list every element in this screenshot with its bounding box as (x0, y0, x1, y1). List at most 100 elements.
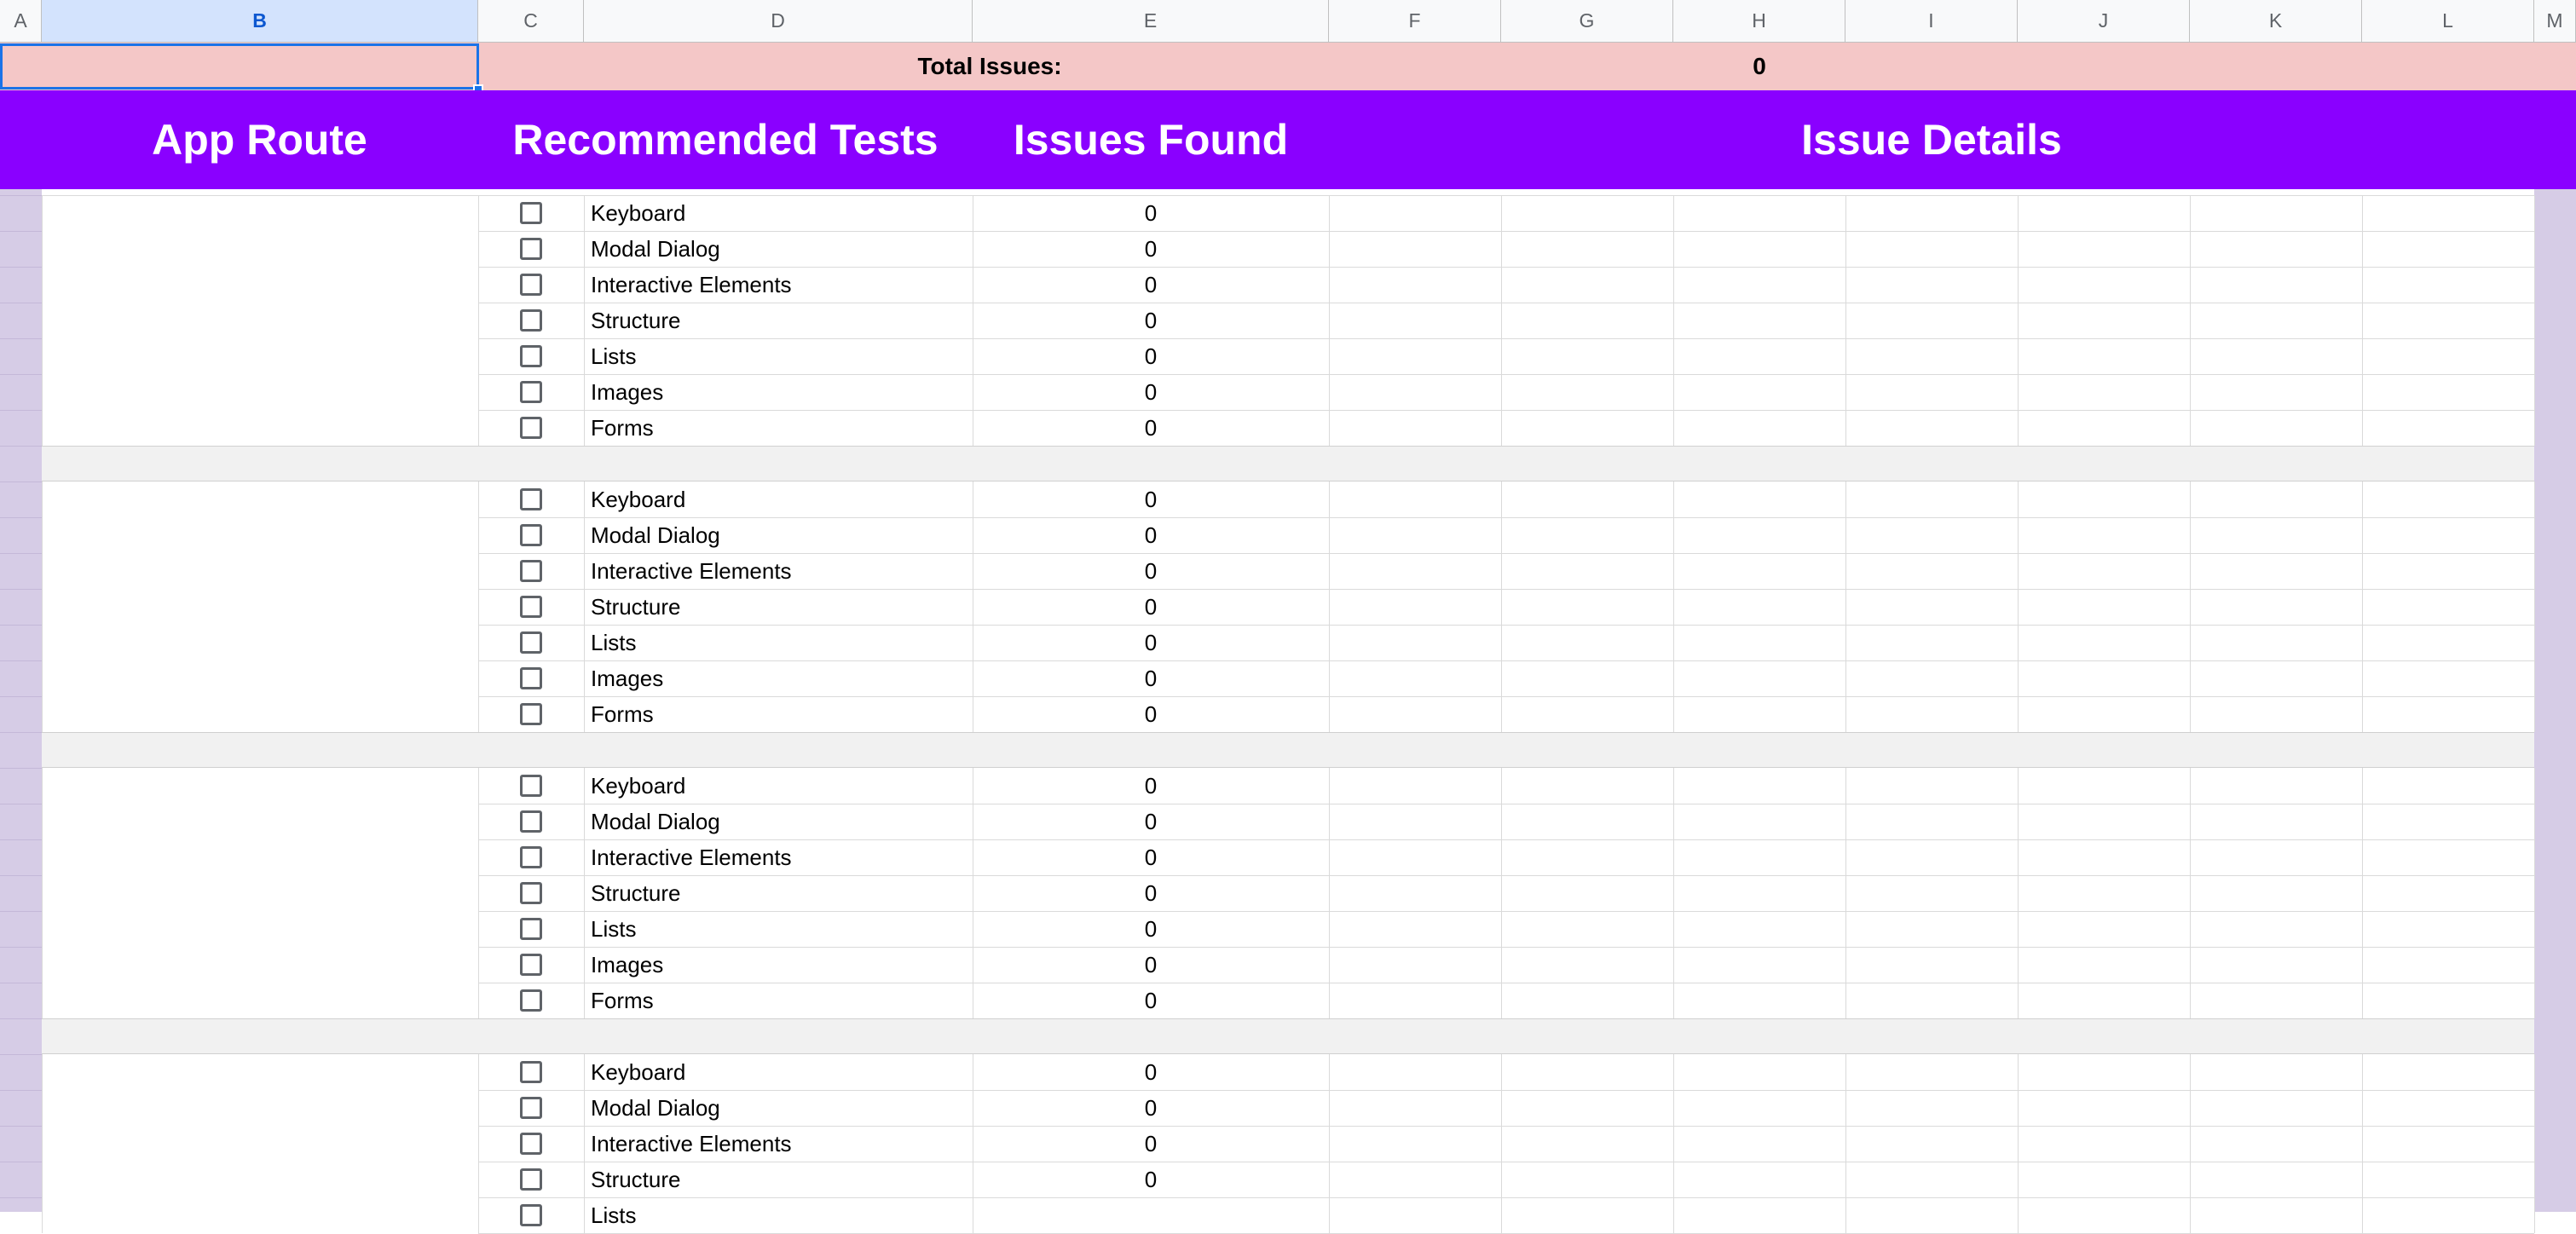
issues-count[interactable]: 0 (973, 589, 1329, 625)
issue-detail-cell[interactable] (2191, 374, 2362, 410)
issue-detail-cell[interactable] (1674, 911, 1845, 947)
issue-detail-cell[interactable] (2363, 804, 2534, 839)
issue-detail-cell[interactable] (1502, 553, 1673, 589)
issue-detail-cell[interactable] (1674, 983, 1845, 1018)
issue-detail-cell[interactable] (1674, 839, 1845, 875)
test-checkbox[interactable] (520, 596, 542, 618)
test-checkbox[interactable] (520, 345, 542, 367)
issue-detail-cell[interactable] (1502, 481, 1673, 517)
issues-count[interactable]: 0 (973, 1090, 1329, 1126)
issue-detail-cell[interactable] (1846, 696, 2018, 732)
issues-count[interactable]: 0 (973, 303, 1329, 338)
issue-detail-cell[interactable] (2191, 267, 2362, 303)
issue-detail-cell[interactable] (1674, 1197, 1845, 1233)
issue-detail-cell[interactable] (2363, 947, 2534, 983)
issue-detail-cell[interactable] (1846, 338, 2018, 374)
row-header-strip[interactable] (0, 189, 42, 1212)
issue-detail-cell[interactable] (2019, 1126, 2190, 1162)
issue-detail-cell[interactable] (1502, 338, 1673, 374)
test-checkbox[interactable] (520, 524, 542, 546)
issue-detail-cell[interactable] (2191, 303, 2362, 338)
issue-detail-cell[interactable] (2363, 696, 2534, 732)
issue-detail-cell[interactable] (2191, 1090, 2362, 1126)
test-checkbox[interactable] (520, 846, 542, 868)
issue-detail-cell[interactable] (2191, 875, 2362, 911)
issue-detail-cell[interactable] (1846, 660, 2018, 696)
issue-detail-cell[interactable] (1846, 410, 2018, 446)
issue-detail-cell[interactable] (2191, 768, 2362, 804)
issue-detail-cell[interactable] (1330, 839, 1501, 875)
issue-detail-cell[interactable] (1502, 839, 1673, 875)
issue-detail-cell[interactable] (1330, 517, 1501, 553)
issue-detail-cell[interactable] (1846, 303, 2018, 338)
issue-detail-cell[interactable] (2363, 231, 2534, 267)
issue-detail-cell[interactable] (2191, 696, 2362, 732)
issue-detail-cell[interactable] (1674, 303, 1845, 338)
issue-detail-cell[interactable] (1846, 1090, 2018, 1126)
issue-detail-cell[interactable] (1846, 195, 2018, 231)
test-checkbox[interactable] (520, 989, 542, 1012)
issue-detail-cell[interactable] (1846, 983, 2018, 1018)
issue-detail-cell[interactable] (2191, 195, 2362, 231)
issue-detail-cell[interactable] (2363, 768, 2534, 804)
test-checkbox[interactable] (520, 238, 542, 260)
issue-detail-cell[interactable] (2019, 374, 2190, 410)
issue-detail-cell[interactable] (1846, 517, 2018, 553)
issue-detail-cell[interactable] (1502, 875, 1673, 911)
issue-detail-cell[interactable] (1330, 804, 1501, 839)
issues-count[interactable]: 0 (973, 839, 1329, 875)
issue-detail-cell[interactable] (1330, 589, 1501, 625)
test-checkbox[interactable] (520, 667, 542, 689)
app-route-cell[interactable] (43, 195, 478, 446)
issue-detail-cell[interactable] (2019, 1197, 2190, 1233)
issue-detail-cell[interactable] (2019, 911, 2190, 947)
issue-detail-cell[interactable] (1502, 660, 1673, 696)
issue-detail-cell[interactable] (2019, 410, 2190, 446)
issue-detail-cell[interactable] (2363, 195, 2534, 231)
issue-detail-cell[interactable] (2191, 839, 2362, 875)
issue-detail-cell[interactable] (1330, 303, 1501, 338)
issue-detail-cell[interactable] (1846, 1054, 2018, 1090)
issue-detail-cell[interactable] (1674, 195, 1845, 231)
test-checkbox[interactable] (520, 810, 542, 833)
issue-detail-cell[interactable] (1674, 1126, 1845, 1162)
issue-detail-cell[interactable] (2191, 338, 2362, 374)
issue-detail-cell[interactable] (1330, 983, 1501, 1018)
issue-detail-cell[interactable] (2191, 1054, 2362, 1090)
issue-detail-cell[interactable] (1330, 231, 1501, 267)
issue-detail-cell[interactable] (1674, 947, 1845, 983)
issue-detail-cell[interactable] (1502, 696, 1673, 732)
issue-detail-cell[interactable] (1330, 1197, 1501, 1233)
test-checkbox[interactable] (520, 1204, 542, 1226)
test-checkbox[interactable] (520, 488, 542, 510)
issue-detail-cell[interactable] (1846, 947, 2018, 983)
app-route-cell[interactable] (43, 1054, 478, 1233)
issues-count[interactable]: 0 (973, 983, 1329, 1018)
issue-detail-cell[interactable] (2191, 410, 2362, 446)
issue-detail-cell[interactable] (2019, 553, 2190, 589)
issue-detail-cell[interactable] (1674, 410, 1845, 446)
issue-detail-cell[interactable] (1846, 1197, 2018, 1233)
issue-detail-cell[interactable] (1330, 1090, 1501, 1126)
test-checkbox[interactable] (520, 954, 542, 976)
issue-detail-cell[interactable] (1330, 768, 1501, 804)
issue-detail-cell[interactable] (1674, 517, 1845, 553)
issue-detail-cell[interactable] (2363, 338, 2534, 374)
issue-detail-cell[interactable] (2191, 517, 2362, 553)
issues-count[interactable]: 0 (973, 231, 1329, 267)
issue-detail-cell[interactable] (1502, 804, 1673, 839)
issue-detail-cell[interactable] (2363, 839, 2534, 875)
issue-detail-cell[interactable] (1502, 231, 1673, 267)
issue-detail-cell[interactable] (1330, 338, 1501, 374)
test-checkbox[interactable] (520, 560, 542, 582)
issue-detail-cell[interactable] (2191, 1197, 2362, 1233)
issue-detail-cell[interactable] (2019, 517, 2190, 553)
issues-count[interactable]: 0 (973, 696, 1329, 732)
issue-detail-cell[interactable] (2191, 911, 2362, 947)
issues-count[interactable]: 0 (973, 804, 1329, 839)
issue-detail-cell[interactable] (1674, 1090, 1845, 1126)
issue-detail-cell[interactable] (1846, 374, 2018, 410)
issue-detail-cell[interactable] (1846, 804, 2018, 839)
issue-detail-cell[interactable] (1502, 410, 1673, 446)
issue-detail-cell[interactable] (1674, 875, 1845, 911)
